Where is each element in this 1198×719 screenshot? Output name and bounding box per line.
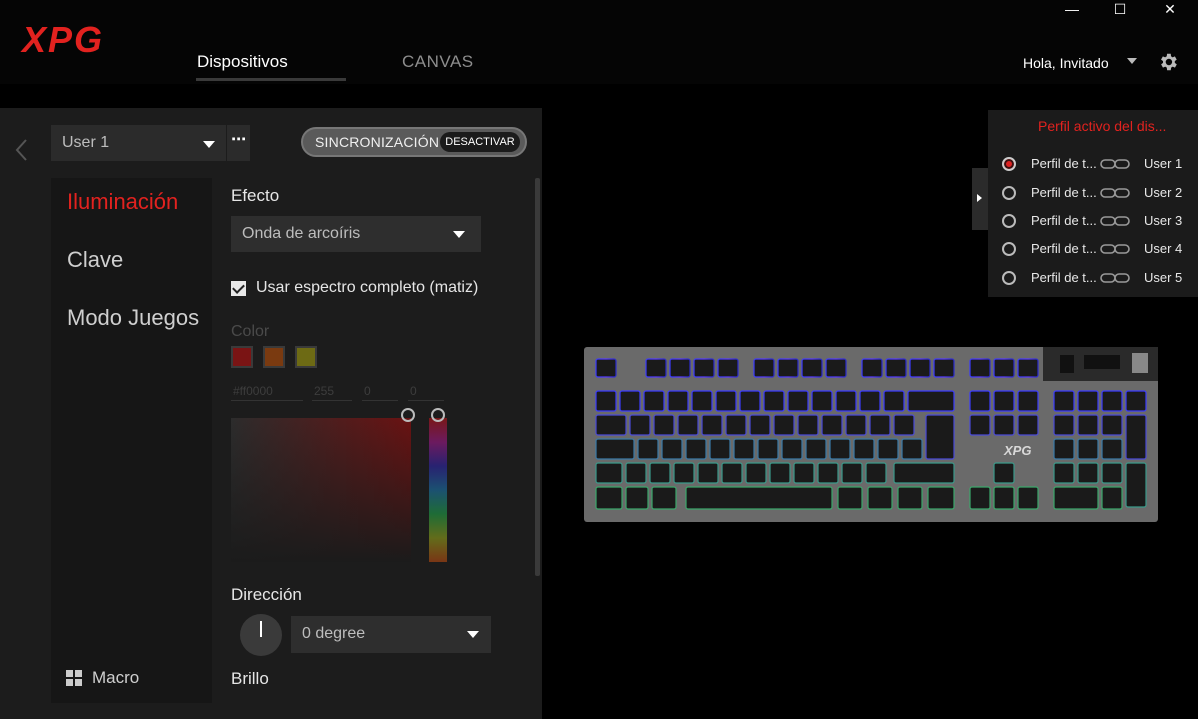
link-icon [1100, 216, 1130, 226]
direction-title: Dirección [231, 585, 302, 604]
keyboard-preview[interactable]: XPG [584, 347, 1158, 522]
link-icon [1100, 188, 1130, 198]
link-icon [1100, 273, 1130, 283]
tab-canvas[interactable]: CANVAS [402, 52, 474, 72]
link-icon [1100, 159, 1130, 169]
green-input[interactable]: 0 [364, 384, 371, 398]
grid-icon[interactable] [66, 670, 82, 686]
green-input-underline [362, 400, 398, 401]
chevron-down-icon [467, 631, 479, 638]
effect-select-value: Onda de arcoíris [242, 225, 361, 242]
blue-input-underline [408, 400, 444, 401]
direction-dial[interactable] [240, 614, 282, 656]
profile-user: User 3 [1144, 213, 1183, 228]
profile-select-value: User 1 [62, 134, 110, 151]
hex-input[interactable]: #ff0000 [233, 384, 273, 398]
profile-user: User 2 [1144, 185, 1183, 200]
sync-toggle[interactable]: SINCRONIZACIÓN DESACTIVAR [301, 127, 527, 157]
sync-label: SINCRONIZACIÓN [315, 134, 440, 150]
deactivate-button[interactable]: DESACTIVAR [440, 132, 520, 152]
full-spectrum-checkbox[interactable] [231, 281, 246, 296]
profile-user: User 4 [1144, 241, 1183, 256]
svg-text:XPG: XPG [20, 19, 104, 58]
close-button[interactable]: ✕ [1150, 0, 1190, 18]
profile-name: Perfil de t... [1031, 213, 1097, 228]
profile-row[interactable]: Perfil de t... User 3 [1002, 210, 1192, 232]
color-picker-handle[interactable] [401, 408, 415, 422]
color-title: Color [231, 323, 270, 340]
maximize-button[interactable]: ☐ [1100, 0, 1140, 18]
sidebar-item-iluminacion[interactable]: Iluminación [67, 189, 178, 215]
profile-row[interactable]: Perfil de t... User 4 [1002, 238, 1192, 260]
radio-button[interactable] [1002, 157, 1016, 171]
color-swatch[interactable] [231, 346, 253, 368]
chevron-down-icon [453, 231, 465, 238]
radio-button[interactable] [1002, 242, 1016, 256]
profile-name: Perfil de t... [1031, 270, 1097, 285]
link-icon [1100, 244, 1130, 254]
radio-button[interactable] [1002, 271, 1016, 285]
more-options-button[interactable]: ⋯ [227, 125, 250, 161]
title-bar [0, 0, 1198, 84]
full-spectrum-label: Usar espectro completo (matiz) [256, 279, 479, 296]
tab-dispositivos[interactable]: Dispositivos [197, 52, 288, 72]
chevron-down-icon [203, 141, 215, 148]
profile-select[interactable]: User 1 [51, 125, 226, 161]
macro-button[interactable]: Macro [92, 668, 139, 688]
keyboard-brand-label: XPG [1003, 443, 1031, 458]
color-swatch[interactable] [295, 346, 317, 368]
effect-select[interactable]: Onda de arcoíris [231, 216, 481, 252]
profile-user: User 5 [1144, 270, 1183, 285]
profile-row[interactable]: Perfil de t... User 2 [1002, 182, 1192, 204]
hue-slider-handle[interactable] [431, 408, 445, 422]
chevron-down-icon[interactable] [1127, 58, 1137, 64]
direction-select-value: 0 degree [302, 625, 366, 642]
minimize-button[interactable]: — [1052, 0, 1092, 18]
red-input-underline [312, 400, 352, 401]
profile-name: Perfil de t... [1031, 241, 1097, 256]
active-tab-indicator [196, 78, 346, 81]
profile-name: Perfil de t... [1031, 185, 1097, 200]
brightness-title: Brillo [231, 669, 269, 688]
chevron-left-icon[interactable] [14, 138, 30, 162]
blue-input[interactable]: 0 [410, 384, 417, 398]
sidebar-item-modo-juegos[interactable]: Modo Juegos [67, 305, 199, 331]
radio-button[interactable] [1002, 186, 1016, 200]
color-picker-area[interactable] [231, 418, 411, 562]
profile-row[interactable]: Perfil de t... User 5 [1002, 267, 1192, 289]
effect-title: Efecto [231, 186, 280, 205]
red-input[interactable]: 255 [314, 384, 334, 398]
xpg-logo: XPG [20, 19, 104, 58]
direction-select[interactable]: 0 degree [291, 616, 491, 653]
color-swatch[interactable] [263, 346, 285, 368]
hex-input-underline [231, 400, 303, 401]
hue-slider[interactable] [429, 418, 447, 562]
popup-collapse-tab[interactable] [972, 168, 988, 230]
profile-user: User 1 [1144, 156, 1183, 171]
profile-name: Perfil de t... [1031, 156, 1097, 171]
radio-button[interactable] [1002, 214, 1016, 228]
gear-icon[interactable] [1157, 51, 1179, 73]
popup-title: Perfil activo del dis... [1038, 118, 1167, 134]
user-greeting[interactable]: Hola, Invitado [1023, 55, 1109, 71]
scrollbar[interactable] [535, 178, 540, 576]
profile-row[interactable]: Perfil de t... User 1 [1002, 153, 1192, 175]
sidebar-item-clave[interactable]: Clave [67, 247, 123, 273]
